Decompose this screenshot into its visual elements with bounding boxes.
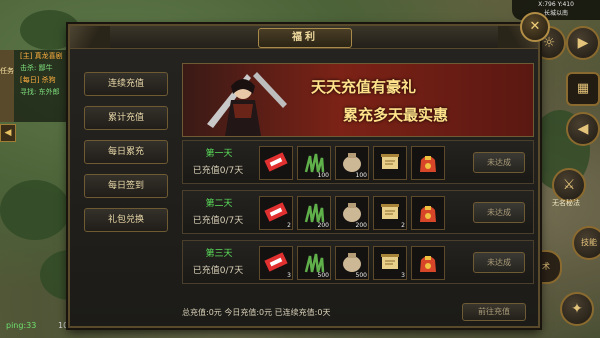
day-progress: 已充值0/7天 [192,216,244,226]
reward-item[interactable] [411,146,445,180]
promo-banner: 天天充值有豪礼 累充多天最实惠 [182,63,534,137]
roof-ornament-left [70,26,110,48]
quest-line-text: 击杀: 鄙牛 [20,64,53,72]
heroine-illustration [207,72,287,136]
back-arrow-icon[interactable]: ◀ [566,112,600,146]
reward-item[interactable] [373,146,407,180]
item-count: 500 [355,272,367,279]
reward-item[interactable]: 2 [373,196,407,230]
gift-bag-icon [420,156,436,172]
coin-sack-icon [343,253,361,272]
reward-item[interactable]: 100 [335,146,369,180]
combat-icon[interactable]: ✦ [560,292,594,326]
play-arrow-icon[interactable]: ▶ [566,26,600,60]
grass-icon [304,203,325,223]
panel-header: 福利 [70,26,538,49]
claim-status-button[interactable]: 未达成 [473,152,525,173]
item-count: 100 [355,172,367,179]
reward-item[interactable]: 200 [335,196,369,230]
reward-row-day-1: 第一天 已充值0/7天 100 100 未达成 [182,140,534,184]
coin-sack-icon [343,153,361,172]
sidebar-item-continuous-recharge[interactable]: 连续充值 [84,72,168,96]
grass-icon [304,153,325,173]
reward-item[interactable]: 200 [297,196,331,230]
claim-status-button[interactable]: 未达成 [473,252,525,273]
sidebar-item-gift-redeem[interactable]: 礼包兑换 [84,208,168,232]
coin-sack-icon [343,203,361,222]
grid-menu-icon[interactable]: ▦ [566,72,600,106]
recharge-totals: 总充值:0元 今日充值:0元 已连续充值:0天 [182,308,331,317]
sidebar-item-daily-cumulative[interactable]: 每日累充 [84,140,168,164]
quest-tab[interactable]: 任务 [0,50,14,122]
stamp-icon [264,252,288,272]
item-count: 2 [401,222,405,229]
sword-skill-icon[interactable]: ⚔ [552,168,586,202]
quest-tab-label: 任务 [0,67,14,75]
stamp-icon [264,202,288,222]
reward-item[interactable]: 500 [297,246,331,280]
close-icon[interactable]: ✕ [520,12,550,42]
title-plate: 福利 [258,28,352,48]
skill-label: 无名秘法 [552,199,580,207]
day-label: 第二天 [205,199,233,209]
reward-item[interactable] [411,246,445,280]
quest-line-text: 寻找: 东外郎 [20,88,60,96]
go-recharge-button[interactable]: 前往充值 [462,303,526,321]
item-count: 2 [287,222,291,229]
quest-line-text: [主] 真龙喜剧 [20,52,63,60]
item-count: 200 [355,222,367,229]
day-progress: 已充值0/7天 [192,266,244,276]
item-count: 3 [287,272,291,279]
scroll-icon [381,254,399,269]
reward-item[interactable]: 100 [297,146,331,180]
scroll-icon [381,204,399,219]
tree-canopy [0,180,70,240]
welfare-panel: 福利 ✕ 连续充值 累计充值 每日累充 每日签到 礼包兑换 天天充值有豪礼 累充… [68,12,550,328]
quest-line-text: [每日] 杀狗 [20,76,56,84]
sidebar-item-label: 每日签到 [107,181,144,191]
item-count: 100 [317,172,329,179]
sidebar-item-daily-signin[interactable]: 每日签到 [84,174,168,198]
reward-row-day-3: 第三天 已充值0/7天 3 500 500 3 未达成 [182,240,534,284]
panel-title: 福利 [292,32,318,43]
reward-item[interactable]: 2 [259,196,293,230]
day-label: 第三天 [205,249,233,259]
banner-headline-2: 累充多天最实惠 [343,106,449,124]
gift-bag-icon [420,256,436,272]
gift-bag-icon [420,206,436,222]
sidebar-item-label: 每日累充 [107,147,144,157]
day-progress: 已充值0/7天 [192,166,244,176]
item-count: 3 [401,272,405,279]
reward-item[interactable]: 500 [335,246,369,280]
day-label: 第一天 [205,149,233,159]
sidebar-item-label: 连续充值 [107,79,144,89]
item-count: 500 [317,272,329,279]
scroll-icon [381,154,399,169]
claim-status-button[interactable]: 未达成 [473,202,525,223]
sidebar-item-label: 累计充值 [107,113,144,123]
side-skill-label: 技能 [581,238,597,247]
item-count: 200 [317,222,329,229]
sidebar-nav: 连续充值 累计充值 每日累充 每日签到 礼包兑换 [80,62,172,286]
ping-indicator: ping:33 [6,321,37,330]
sidebar-item-cumulative-recharge[interactable]: 累计充值 [84,106,168,130]
reward-row-day-2: 第二天 已充值0/7天 2 200 200 2 未达成 [182,190,534,234]
reward-item[interactable] [411,196,445,230]
stamp-icon [264,152,288,172]
banner-headline-1: 天天充值有豪礼 [311,78,417,96]
sidebar-item-label: 礼包兑换 [107,215,144,225]
quest-tracker[interactable]: 任务 [主] 真龙喜剧 击杀: 鄙牛 [每日] 杀狗 寻找: 东外郎 [0,50,72,122]
map-coordinates: X:796 Y:410 [538,1,574,8]
reward-item[interactable]: 3 [373,246,407,280]
reward-item[interactable] [259,146,293,180]
reward-item[interactable]: 3 [259,246,293,280]
side-skill-button[interactable]: 技能 [572,226,600,260]
collapse-left-icon[interactable]: ◀ [0,124,16,142]
grass-icon [304,253,325,273]
